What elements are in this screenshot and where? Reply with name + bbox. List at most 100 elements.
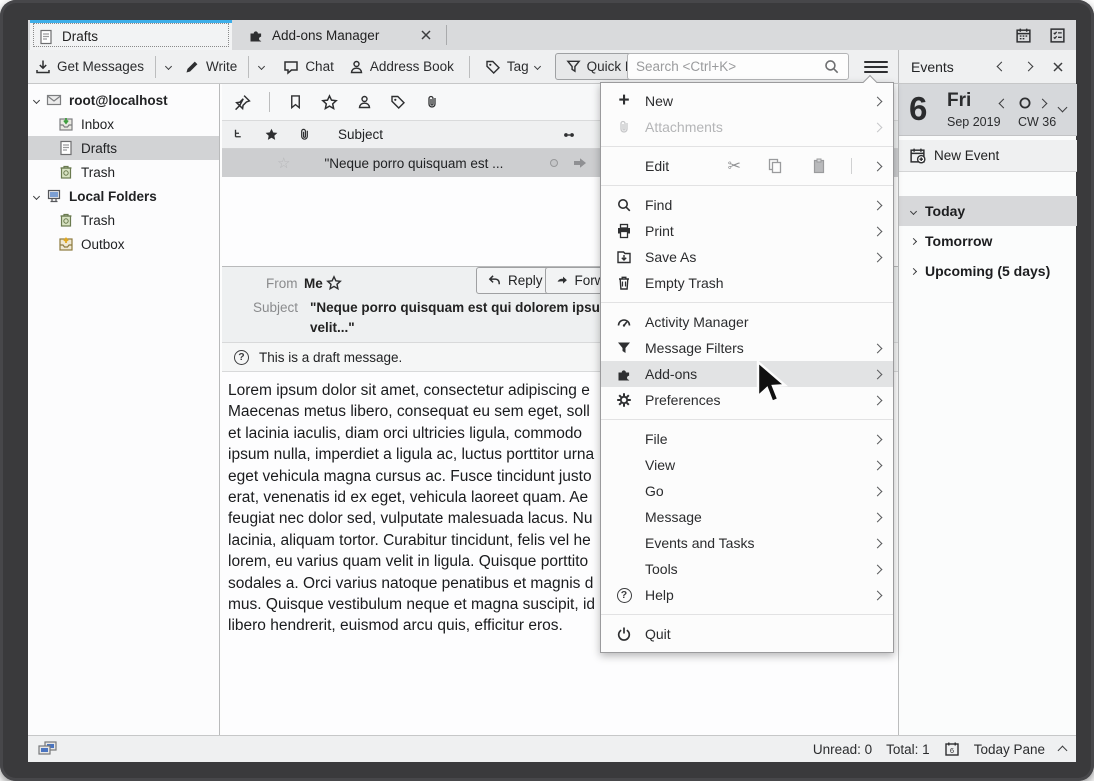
puzzle-icon bbox=[616, 366, 632, 382]
starred-filter-icon[interactable] bbox=[321, 94, 338, 111]
folder-local-folders[interactable]: Local Folders bbox=[28, 184, 219, 208]
chevron-right-icon bbox=[873, 434, 883, 444]
next-view-icon[interactable] bbox=[1024, 62, 1034, 72]
today-dot-icon[interactable] bbox=[1018, 96, 1032, 110]
unread-filter-icon[interactable] bbox=[288, 94, 303, 110]
outbox-icon bbox=[58, 236, 74, 252]
menu-item-go[interactable]: Go bbox=[601, 478, 893, 504]
chevron-up-icon[interactable] bbox=[1058, 746, 1068, 756]
today-pane-calendar-icon[interactable]: 6 bbox=[944, 741, 960, 757]
menu-item-tools[interactable]: Tools bbox=[601, 556, 893, 582]
folder-inbox[interactable]: Inbox bbox=[28, 112, 219, 136]
puzzle-icon bbox=[248, 27, 264, 43]
folder-account-root[interactable]: root@localhost bbox=[28, 88, 219, 112]
calendar-week: CW 36 bbox=[1018, 115, 1056, 129]
menu-item-find[interactable]: Find bbox=[601, 192, 893, 218]
chevron-right-icon bbox=[873, 161, 883, 171]
tag-button[interactable]: Tag bbox=[478, 53, 547, 81]
tasks-tab-button[interactable] bbox=[1044, 23, 1070, 47]
menu-item-message[interactable]: Message bbox=[601, 504, 893, 530]
menu-item-quit[interactable]: Quit bbox=[601, 621, 893, 647]
subject-column[interactable]: Subject bbox=[338, 127, 383, 142]
write-button[interactable]: Write bbox=[177, 53, 244, 81]
folder-drafts-selected[interactable]: Drafts bbox=[28, 136, 219, 160]
close-tab-icon[interactable] bbox=[420, 29, 432, 41]
tab-drafts-label: Drafts bbox=[62, 29, 98, 44]
sticky-filter-icon[interactable] bbox=[234, 94, 251, 111]
activity-gauge-icon bbox=[616, 314, 632, 330]
new-event-button[interactable]: New Event bbox=[899, 140, 1077, 172]
previous-day-icon[interactable] bbox=[999, 99, 1009, 109]
menu-item-activity-manager[interactable]: Activity Manager bbox=[601, 309, 893, 335]
get-messages-label: Get Messages bbox=[57, 59, 144, 74]
menu-item-addons[interactable]: Add-ons bbox=[601, 361, 893, 387]
next-day-icon[interactable] bbox=[1038, 99, 1048, 109]
thread-column-icon[interactable] bbox=[232, 128, 246, 142]
weekday: Fri bbox=[947, 90, 971, 112]
paste-icon[interactable] bbox=[811, 158, 827, 174]
folder-local-label: Local Folders bbox=[69, 189, 157, 204]
menu-item-print[interactable]: Print bbox=[601, 218, 893, 244]
offline-status-icon[interactable] bbox=[38, 741, 58, 757]
menu-item-empty-trash[interactable]: Empty Trash bbox=[601, 270, 893, 296]
chat-button[interactable]: Chat bbox=[276, 53, 341, 81]
menu-separator bbox=[601, 614, 893, 615]
menu-item-message-filters[interactable]: Message Filters bbox=[601, 335, 893, 361]
star-icon[interactable]: ☆ bbox=[277, 154, 290, 172]
star-message-icon[interactable] bbox=[326, 275, 342, 291]
cut-icon[interactable]: ✂ bbox=[728, 156, 741, 176]
get-messages-dropdown[interactable] bbox=[160, 53, 177, 81]
attachment-filter-icon[interactable] bbox=[424, 94, 440, 110]
minimonth-expander-icon[interactable] bbox=[1058, 103, 1068, 113]
menu-item-preferences[interactable]: Preferences bbox=[601, 387, 893, 413]
today-section[interactable]: Today bbox=[899, 196, 1077, 226]
today-section-label: Today bbox=[925, 203, 965, 219]
folder-outbox[interactable]: Outbox bbox=[28, 232, 219, 256]
filter-icon bbox=[616, 340, 632, 356]
read-status-dot[interactable] bbox=[550, 159, 558, 167]
today-pane-toggle-label[interactable]: Today Pane bbox=[974, 742, 1045, 757]
tab-addons-manager[interactable]: Add-ons Manager bbox=[238, 20, 442, 50]
contact-filter-icon[interactable] bbox=[356, 94, 372, 110]
global-search-input[interactable]: Search <Ctrl+K> bbox=[627, 53, 849, 80]
folder-trash-label: Trash bbox=[81, 165, 115, 180]
menu-item-view[interactable]: View bbox=[601, 452, 893, 478]
tab-addons-label: Add-ons Manager bbox=[272, 28, 412, 43]
menu-item-save-as[interactable]: Save As bbox=[601, 244, 893, 270]
read-column-icon[interactable] bbox=[561, 127, 577, 143]
address-book-button[interactable]: Address Book bbox=[341, 53, 461, 81]
chevron-right-icon bbox=[873, 369, 883, 379]
write-icon bbox=[184, 59, 200, 75]
menu-item-help[interactable]: ? Help bbox=[601, 582, 893, 608]
close-today-pane-icon[interactable] bbox=[1052, 61, 1064, 73]
chevron-right-icon bbox=[873, 590, 883, 600]
copy-icon[interactable] bbox=[767, 158, 783, 174]
tomorrow-section[interactable]: Tomorrow bbox=[899, 226, 1077, 256]
trash-icon bbox=[58, 212, 74, 228]
menu-item-file[interactable]: File bbox=[601, 426, 893, 452]
write-dropdown[interactable] bbox=[253, 53, 270, 81]
drafts-icon bbox=[58, 140, 74, 156]
forward-icon bbox=[556, 273, 568, 288]
previous-view-icon[interactable] bbox=[997, 62, 1007, 72]
chevron-down-icon bbox=[33, 96, 40, 103]
folder-trash-local[interactable]: Trash bbox=[28, 208, 219, 232]
menu-item-events-and-tasks[interactable]: Events and Tasks bbox=[601, 530, 893, 556]
starred-column-icon[interactable] bbox=[264, 127, 279, 142]
menu-item-edit: Edit ✂ bbox=[601, 153, 893, 179]
upcoming-section[interactable]: Upcoming (5 days) bbox=[899, 256, 1077, 286]
menu-separator bbox=[601, 419, 893, 420]
chevron-down-icon bbox=[534, 63, 541, 70]
tab-drafts[interactable]: Drafts bbox=[30, 20, 232, 50]
reply-label: Reply bbox=[508, 273, 543, 288]
calendar-tab-button[interactable] bbox=[1010, 23, 1036, 47]
reply-button[interactable]: Reply bbox=[476, 267, 554, 294]
app-menu-button[interactable] bbox=[864, 56, 888, 78]
attachment-column-icon[interactable] bbox=[297, 127, 312, 142]
get-messages-button[interactable]: Get Messages bbox=[28, 53, 151, 81]
window-content: Drafts Add-ons Manager Get Messages bbox=[28, 20, 1076, 762]
question-mark-icon: ? bbox=[234, 350, 249, 365]
tag-filter-icon[interactable] bbox=[390, 94, 406, 110]
folder-trash-account[interactable]: Trash bbox=[28, 160, 219, 184]
menu-item-new[interactable]: + New bbox=[601, 88, 893, 114]
